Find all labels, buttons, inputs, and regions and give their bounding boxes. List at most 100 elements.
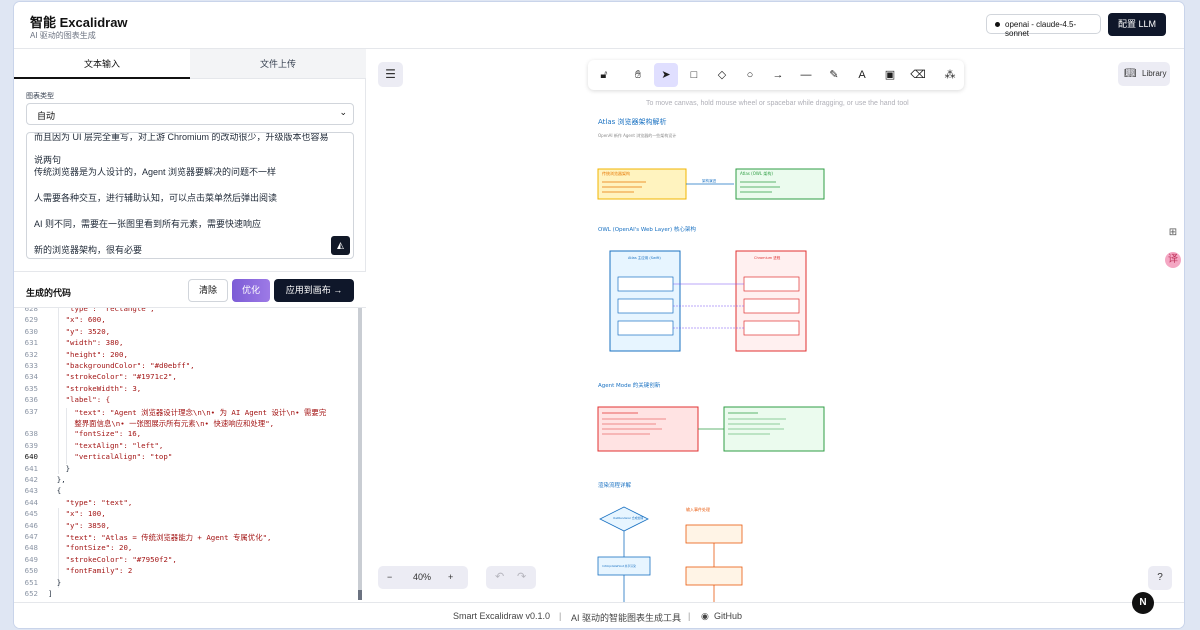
- chromium-node[interactable]: [743, 298, 800, 314]
- footer-divider: |: [688, 611, 691, 621]
- line-number: 638: [24, 429, 38, 439]
- app-window: 智能 Excalidraw AI 驱动的图表生成 openai - claude…: [14, 2, 1184, 628]
- line-number: 641: [24, 463, 38, 473]
- translate-avatar-icon[interactable]: 译: [1165, 252, 1181, 268]
- code-text: "x": 100,: [65, 509, 106, 519]
- drawing-canvas[interactable]: ☰ 🔓︎ ✋︎ ➤ □ ◇ ○ → — ✎ A ▣ ⌫ ⁂ 📖︎ Library…: [366, 49, 1184, 602]
- diagram-title-1: Atlas 浏览器架构解析: [598, 117, 667, 126]
- code-line: 整界面信息\n• 一张图展示所有元素\n• 快速响应和处理",: [14, 418, 366, 429]
- code-text: "width": 380,: [65, 338, 124, 348]
- code-text: "height": 200,: [65, 349, 128, 359]
- code-text: "label": {: [65, 395, 111, 405]
- shapes-icon[interactable]: ⊞: [1165, 225, 1181, 241]
- zoom-out-icon[interactable]: −: [387, 566, 392, 589]
- generated-code-label: 生成的代码: [26, 288, 72, 298]
- code-line: 638 "fontSize": 16,: [14, 429, 366, 440]
- model-indicator[interactable]: openai - claude-4.5-sonnet: [986, 14, 1101, 38]
- code-editor[interactable]: 628 "type": "rectangle", 629 "x": 600, 630 "y…: [14, 308, 366, 602]
- code-line: 647 "text": "Atlas = 传统浏览器能力 + Agent 专属优化…: [14, 532, 366, 543]
- input-line: 新的浏览器架构，很有必要: [34, 245, 143, 255]
- zoom-level[interactable]: 40%: [413, 566, 431, 589]
- tab-text-input[interactable]: 文本输入: [14, 49, 190, 79]
- chromium-node[interactable]: [743, 320, 800, 336]
- input-line: 传统浏览器是为人设计的，Agent 浏览器要解决的问题不一样: [34, 167, 277, 177]
- line-number: 640: [24, 452, 38, 462]
- code-text: "x": 600,: [65, 315, 106, 325]
- flow-decision-label: OwlRenderer 合成处理: [613, 516, 643, 520]
- code-line: 635 "strokeWidth": 3,: [14, 384, 366, 395]
- diagram-title-2: OWL (OpenAI's Web Layer) 核心架构: [598, 225, 696, 233]
- code-text: "verticalAlign": "top": [74, 452, 173, 462]
- code-line: 630 "y": 3520,: [14, 327, 366, 338]
- ai-assist-icon[interactable]: ◭: [331, 236, 350, 255]
- code-text: "y": 3850,: [65, 520, 111, 530]
- chevron-down-icon: ⌄: [339, 107, 347, 117]
- code-line: 652]: [14, 589, 366, 600]
- code-line: 650 "fontFamily": 2: [14, 566, 366, 577]
- code-text: "text": "Atlas = 传统浏览器能力 + Agent 专属优化",: [65, 533, 272, 542]
- github-link[interactable]: GitHub: [714, 611, 742, 621]
- atlas-node[interactable]: [617, 320, 674, 336]
- undo-redo-control: ↶ ↷: [486, 566, 536, 589]
- chart-type-select[interactable]: 自动 ⌄: [26, 103, 354, 125]
- evolution-arrow-label: 架构演进: [702, 178, 716, 183]
- code-line: 636 "label": {: [14, 395, 366, 406]
- text-input-area[interactable]: 而且因为 UI 层完全重写，对上游 Chromium 的改动很少，升级版本也容易…: [26, 132, 354, 259]
- code-text: "fontSize": 16,: [74, 429, 142, 439]
- clear-button[interactable]: 清除: [188, 279, 228, 302]
- apply-to-canvas-button[interactable]: 应用到画布 →: [274, 279, 354, 302]
- diagram-title-4: 渲染流程详解: [598, 481, 632, 489]
- code-line: 646 "y": 3850,: [14, 521, 366, 532]
- line-number: 644: [24, 497, 38, 507]
- status-dot-icon: [995, 22, 1000, 27]
- footer: Smart Excalidraw v0.1.0 | AI 驱动的智能图表生成工具…: [14, 602, 1184, 628]
- line-number: 645: [24, 509, 38, 519]
- input-events-label: 输入事件处理: [686, 506, 710, 512]
- chromium-label: Chromium 进程: [754, 255, 781, 260]
- code-text: "y": 3520,: [65, 326, 111, 336]
- line-number: 637: [24, 406, 38, 416]
- code-line: 631 "width": 380,: [14, 338, 366, 349]
- input-line: AI 则不同，需要在一张图里看到所有元素，需要快速响应: [34, 219, 262, 229]
- legacy-browser-label: 传统浏览器架构: [602, 170, 630, 176]
- help-icon[interactable]: ?: [1148, 566, 1172, 590]
- line-number: 630: [24, 326, 38, 336]
- code-line: 651}: [14, 578, 366, 589]
- line-number: 651: [24, 577, 38, 587]
- footer-divider: |: [559, 611, 562, 621]
- zoom-in-icon[interactable]: +: [448, 566, 453, 589]
- app-title: 智能 Excalidraw: [30, 15, 128, 30]
- config-llm-button[interactable]: 配置 LLM: [1108, 13, 1166, 36]
- model-name: openai - claude-4.5-sonnet: [1005, 20, 1077, 38]
- app-header: 智能 Excalidraw AI 驱动的图表生成 openai - claude…: [14, 2, 1184, 49]
- code-line: 648 "fontSize": 20,: [14, 543, 366, 554]
- code-line: 640 "verticalAlign": "top": [14, 452, 366, 463]
- line-number: 629: [24, 315, 38, 325]
- generated-code-bar: 生成的代码 清除 优化 应用到画布 →: [14, 271, 366, 308]
- n-avatar-icon[interactable]: N: [1132, 592, 1154, 614]
- code-text: "text": "Agent 浏览器设计理念\n\n• 为 AI Agent 设…: [74, 407, 327, 417]
- line-number: 639: [24, 440, 38, 450]
- undo-icon[interactable]: ↶: [495, 566, 504, 589]
- code-line: 639 "textAlign": "left",: [14, 441, 366, 452]
- input-line: 人需要各种交互，进行辅助认知，可以点击菜单然后弹出阅读: [34, 193, 278, 203]
- code-text: "fontFamily": 2: [65, 566, 133, 576]
- redo-icon[interactable]: ↷: [517, 566, 526, 589]
- code-line: 628 "type": "rectangle",: [14, 308, 366, 315]
- github-icon[interactable]: ◉: [701, 611, 709, 622]
- code-text: }: [65, 463, 71, 473]
- input-event-node[interactable]: [685, 524, 743, 544]
- atlas-app-label: Atlas 主应用 (Swift): [628, 255, 661, 260]
- tab-file-upload[interactable]: 文件上传: [190, 49, 366, 79]
- atlas-node[interactable]: [617, 276, 674, 292]
- chromium-node[interactable]: [743, 276, 800, 292]
- flow-process-label: InfoUpdateHost 共享渲染: [602, 564, 636, 568]
- footer-tagline: AI 驱动的智能图表生成工具: [571, 613, 682, 623]
- code-text: "strokeColor": "#1971c2",: [65, 372, 177, 382]
- optimize-button[interactable]: 优化: [232, 279, 270, 302]
- atlas-node[interactable]: [617, 298, 674, 314]
- line-number: 652: [24, 589, 38, 598]
- input-event-node[interactable]: [685, 566, 743, 586]
- code-text: "backgroundColor": "#d0ebff",: [65, 361, 195, 370]
- input-tabs: 文本输入 文件上传: [14, 49, 366, 79]
